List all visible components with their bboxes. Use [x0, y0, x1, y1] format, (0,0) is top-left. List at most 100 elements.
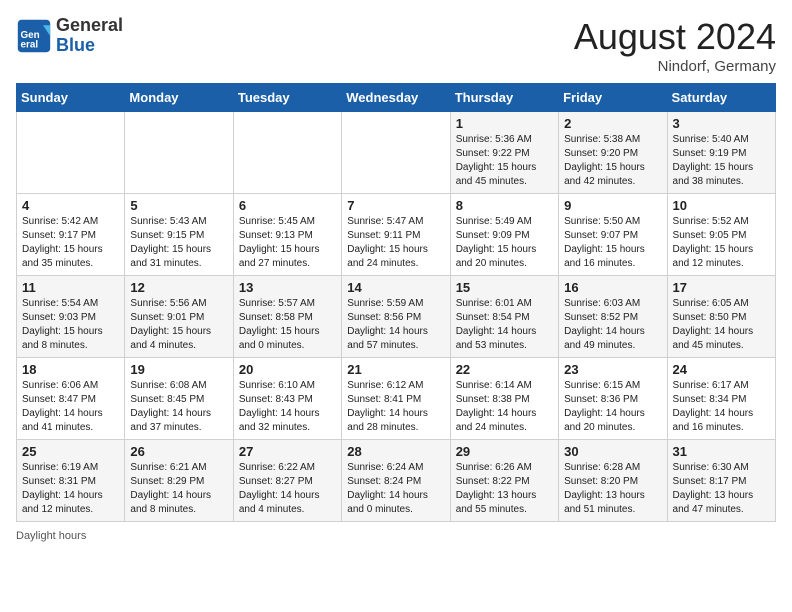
day-info: Sunrise: 6:01 AM Sunset: 8:54 PM Dayligh…	[456, 297, 553, 353]
calendar-cell: 1 Sunrise: 5:36 AM Sunset: 9:22 PM Daylig…	[450, 112, 558, 194]
column-header-thursday: Thursday	[450, 84, 558, 112]
calendar-cell: 5 Sunrise: 5:43 AM Sunset: 9:15 PM Daylig…	[125, 194, 233, 276]
day-number: 9	[564, 198, 661, 213]
day-info: Sunrise: 5:57 AM Sunset: 8:58 PM Dayligh…	[239, 297, 336, 353]
logo-icon: Gen eral	[16, 18, 52, 54]
day-info: Sunrise: 5:54 AM Sunset: 9:03 PM Dayligh…	[22, 297, 119, 353]
day-number: 20	[239, 362, 336, 377]
day-info: Sunrise: 6:06 AM Sunset: 8:47 PM Dayligh…	[22, 379, 119, 435]
day-info: Sunrise: 6:21 AM Sunset: 8:29 PM Dayligh…	[130, 461, 227, 517]
day-info: Sunrise: 5:38 AM Sunset: 9:20 PM Dayligh…	[564, 133, 661, 189]
calendar-cell: 26 Sunrise: 6:21 AM Sunset: 8:29 PM Dayli…	[125, 440, 233, 522]
footer: Daylight hours	[16, 530, 776, 542]
column-header-saturday: Saturday	[667, 84, 775, 112]
daylight-label: Daylight hours	[16, 530, 86, 542]
calendar-cell: 8Sunrise: 5:49 AM Sunset: 9:09 PM Daylig…	[450, 194, 558, 276]
day-info: Sunrise: 6:15 AM Sunset: 8:36 PM Dayligh…	[564, 379, 661, 435]
calendar-cell: 25 Sunrise: 6:19 AM Sunset: 8:31 PM Dayli…	[17, 440, 125, 522]
day-info: Sunrise: 5:59 AM Sunset: 8:56 PM Dayligh…	[347, 297, 444, 353]
day-number: 16	[564, 280, 661, 295]
day-info: Sunrise: 6:10 AM Sunset: 8:43 PM Dayligh…	[239, 379, 336, 435]
day-number: 28	[347, 444, 444, 459]
day-number: 31	[673, 444, 770, 459]
calendar-cell: 21 Sunrise: 6:12 AM Sunset: 8:41 PM Dayli…	[342, 358, 450, 440]
day-number: 12	[130, 280, 227, 295]
calendar-cell: 24Sunrise: 6:17 AM Sunset: 8:34 PM Dayli…	[667, 358, 775, 440]
day-number: 18	[22, 362, 119, 377]
calendar-cell: 3 Sunrise: 5:40 AM Sunset: 9:19 PM Daylig…	[667, 112, 775, 194]
day-info: Sunrise: 6:26 AM Sunset: 8:22 PM Dayligh…	[456, 461, 553, 517]
day-number: 15	[456, 280, 553, 295]
day-info: Sunrise: 6:12 AM Sunset: 8:41 PM Dayligh…	[347, 379, 444, 435]
day-info: Sunrise: 5:36 AM Sunset: 9:22 PM Dayligh…	[456, 133, 553, 189]
calendar-cell: 22Sunrise: 6:14 AM Sunset: 8:38 PM Dayli…	[450, 358, 558, 440]
day-info: Sunrise: 5:49 AM Sunset: 9:09 PM Dayligh…	[456, 215, 553, 271]
day-number: 17	[673, 280, 770, 295]
day-number: 3	[673, 116, 770, 131]
day-info: Sunrise: 6:05 AM Sunset: 8:50 PM Dayligh…	[673, 297, 770, 353]
calendar-cell: 9Sunrise: 5:50 AM Sunset: 9:07 PM Daylig…	[559, 194, 667, 276]
day-number: 26	[130, 444, 227, 459]
day-number: 23	[564, 362, 661, 377]
calendar-week-3: 11 Sunrise: 5:54 AM Sunset: 9:03 PM Dayli…	[17, 276, 776, 358]
calendar-cell: 27Sunrise: 6:22 AM Sunset: 8:27 PM Dayli…	[233, 440, 341, 522]
day-info: Sunrise: 6:03 AM Sunset: 8:52 PM Dayligh…	[564, 297, 661, 353]
day-number: 2	[564, 116, 661, 131]
day-info: Sunrise: 6:14 AM Sunset: 8:38 PM Dayligh…	[456, 379, 553, 435]
column-header-wednesday: Wednesday	[342, 84, 450, 112]
calendar-cell: 6 Sunrise: 5:45 AM Sunset: 9:13 PM Daylig…	[233, 194, 341, 276]
calendar-cell: 12Sunrise: 5:56 AM Sunset: 9:01 PM Dayli…	[125, 276, 233, 358]
calendar-cell: 23 Sunrise: 6:15 AM Sunset: 8:36 PM Dayli…	[559, 358, 667, 440]
day-number: 24	[673, 362, 770, 377]
calendar-cell: 19Sunrise: 6:08 AM Sunset: 8:45 PM Dayli…	[125, 358, 233, 440]
calendar-header-row: SundayMondayTuesdayWednesdayThursdayFrid…	[17, 84, 776, 112]
calendar-cell: 7 Sunrise: 5:47 AM Sunset: 9:11 PM Daylig…	[342, 194, 450, 276]
calendar-cell: 18 Sunrise: 6:06 AM Sunset: 8:47 PM Dayli…	[17, 358, 125, 440]
day-number: 11	[22, 280, 119, 295]
day-info: Sunrise: 5:43 AM Sunset: 9:15 PM Dayligh…	[130, 215, 227, 271]
calendar-cell: 10Sunrise: 5:52 AM Sunset: 9:05 PM Dayli…	[667, 194, 775, 276]
column-header-friday: Friday	[559, 84, 667, 112]
day-number: 29	[456, 444, 553, 459]
day-info: Sunrise: 6:30 AM Sunset: 8:17 PM Dayligh…	[673, 461, 770, 517]
calendar-cell: 17 Sunrise: 6:05 AM Sunset: 8:50 PM Dayli…	[667, 276, 775, 358]
day-number: 1	[456, 116, 553, 131]
title-block: August 2024 Nindorf, Germany	[574, 16, 776, 75]
calendar-cell: 31 Sunrise: 6:30 AM Sunset: 8:17 PM Dayli…	[667, 440, 775, 522]
day-info: Sunrise: 6:28 AM Sunset: 8:20 PM Dayligh…	[564, 461, 661, 517]
day-number: 10	[673, 198, 770, 213]
calendar-cell: 20 Sunrise: 6:10 AM Sunset: 8:43 PM Dayli…	[233, 358, 341, 440]
calendar-cell: 30Sunrise: 6:28 AM Sunset: 8:20 PM Dayli…	[559, 440, 667, 522]
day-number: 19	[130, 362, 227, 377]
calendar-cell: 29 Sunrise: 6:26 AM Sunset: 8:22 PM Dayli…	[450, 440, 558, 522]
day-number: 5	[130, 198, 227, 213]
calendar-cell	[125, 112, 233, 194]
calendar-cell: 28 Sunrise: 6:24 AM Sunset: 8:24 PM Dayli…	[342, 440, 450, 522]
month-year: August 2024	[574, 16, 776, 58]
calendar-cell: 14Sunrise: 5:59 AM Sunset: 8:56 PM Dayli…	[342, 276, 450, 358]
calendar-cell: 2 Sunrise: 5:38 AM Sunset: 9:20 PM Daylig…	[559, 112, 667, 194]
day-info: Sunrise: 6:19 AM Sunset: 8:31 PM Dayligh…	[22, 461, 119, 517]
day-number: 25	[22, 444, 119, 459]
column-header-tuesday: Tuesday	[233, 84, 341, 112]
logo: Gen eral General Blue	[16, 16, 123, 56]
page-header: Gen eral General Blue August 2024 Nindor…	[16, 16, 776, 75]
calendar-cell: 16 Sunrise: 6:03 AM Sunset: 8:52 PM Dayli…	[559, 276, 667, 358]
calendar-cell: 11 Sunrise: 5:54 AM Sunset: 9:03 PM Dayli…	[17, 276, 125, 358]
location: Nindorf, Germany	[574, 58, 776, 75]
calendar-cell: 15 Sunrise: 6:01 AM Sunset: 8:54 PM Dayli…	[450, 276, 558, 358]
day-info: Sunrise: 5:40 AM Sunset: 9:19 PM Dayligh…	[673, 133, 770, 189]
day-number: 6	[239, 198, 336, 213]
day-info: Sunrise: 5:45 AM Sunset: 9:13 PM Dayligh…	[239, 215, 336, 271]
calendar-body: 1 Sunrise: 5:36 AM Sunset: 9:22 PM Daylig…	[17, 112, 776, 522]
day-number: 21	[347, 362, 444, 377]
day-number: 4	[22, 198, 119, 213]
day-number: 7	[347, 198, 444, 213]
calendar-week-4: 18 Sunrise: 6:06 AM Sunset: 8:47 PM Dayli…	[17, 358, 776, 440]
day-info: Sunrise: 6:24 AM Sunset: 8:24 PM Dayligh…	[347, 461, 444, 517]
day-info: Sunrise: 5:42 AM Sunset: 9:17 PM Dayligh…	[22, 215, 119, 271]
calendar-cell: 13Sunrise: 5:57 AM Sunset: 8:58 PM Dayli…	[233, 276, 341, 358]
calendar-cell	[342, 112, 450, 194]
logo-text: General Blue	[56, 16, 123, 56]
day-info: Sunrise: 5:47 AM Sunset: 9:11 PM Dayligh…	[347, 215, 444, 271]
